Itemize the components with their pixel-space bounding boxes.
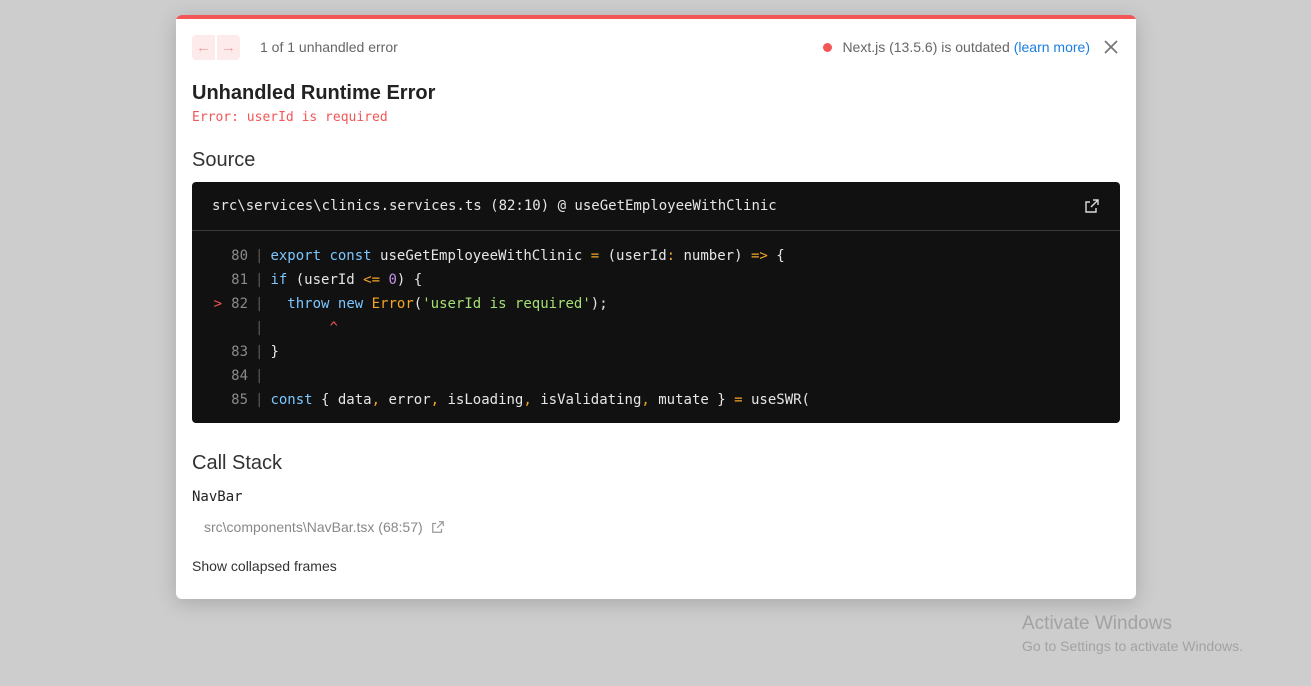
line-number: 82 — [231, 296, 248, 312]
code-line: 84 | — [192, 364, 1120, 388]
previous-error-button[interactable]: ← — [192, 34, 215, 60]
line-number: 83 — [231, 344, 248, 360]
error-dialog: ← → 1 of 1 unhandled error Next.js (13.5… — [176, 15, 1136, 599]
code-text: } — [270, 344, 279, 360]
status-dot-icon — [823, 42, 833, 52]
arrow-right-icon: → — [221, 38, 236, 56]
code-text: const { data, error, isLoading, isValida… — [270, 392, 810, 408]
close-icon — [1104, 40, 1118, 54]
windows-activation-watermark: Activate Windows Go to Settings to activ… — [1022, 613, 1243, 654]
code-frame: src\services\clinics.services.ts (82:10)… — [192, 182, 1120, 423]
code-line: 80 | export const useGetEmployeeWithClin… — [192, 244, 1120, 268]
code-text: throw new Error('userId is required'); — [287, 296, 608, 312]
error-message: Error: userId is required — [192, 110, 388, 125]
watermark-subtitle: Go to Settings to activate Windows. — [1022, 638, 1243, 654]
watermark-title: Activate Windows — [1022, 613, 1172, 634]
line-number: 81 — [231, 272, 248, 288]
line-number: 84 — [231, 368, 248, 384]
error-title: Unhandled Runtime Error — [192, 82, 436, 104]
line-number: 80 — [231, 248, 248, 264]
learn-more-link[interactable]: (learn more) — [1014, 39, 1090, 55]
version-text: Next.js (13.5.6) is outdated — [842, 39, 1010, 55]
code-line-caret: | ^ — [255, 320, 338, 336]
code-text: if (userId <= 0) { — [270, 272, 423, 288]
next-error-button[interactable]: → — [217, 34, 240, 60]
version-notice: Next.js (13.5.6) is outdated (learn more… — [823, 39, 1090, 55]
dialog-header: ← → 1 of 1 unhandled error Next.js (13.5… — [192, 34, 1120, 60]
code-text: ^ — [270, 320, 337, 336]
error-counter: 1 of 1 unhandled error — [260, 39, 398, 55]
code-text: export const useGetEmployeeWithClinic = … — [270, 248, 785, 264]
call-stack-heading: Call Stack — [192, 452, 283, 474]
close-button[interactable] — [1102, 38, 1120, 56]
show-collapsed-frames-button[interactable]: Show collapsed frames — [192, 558, 337, 574]
code-line: 85 | const { data, error, isLoading, isV… — [192, 388, 1120, 412]
code-line-highlighted: > 82 | throw new Error('userId is requir… — [192, 292, 1120, 316]
code-frame-header: src\services\clinics.services.ts (82:10)… — [192, 182, 1120, 231]
code-lines: 80 | export const useGetEmployeeWithClin… — [192, 231, 1120, 412]
code-line: 83 | } — [192, 340, 1120, 364]
error-accent-bar — [176, 15, 1136, 19]
open-in-editor-icon[interactable] — [1084, 198, 1100, 214]
code-line: 81 | if (userId <= 0) { — [192, 268, 1120, 292]
source-file-path: src\services\clinics.services.ts (82:10)… — [212, 198, 777, 214]
error-caret: ^ — [329, 320, 338, 336]
stack-frame-path: src\components\NavBar.tsx (68:57) — [204, 519, 423, 535]
open-in-editor-icon[interactable] — [431, 520, 445, 534]
stack-frame-name: NavBar — [192, 489, 243, 505]
error-nav: ← → — [192, 34, 240, 60]
line-number: 85 — [231, 392, 248, 408]
error-line-marker-icon: > — [213, 296, 222, 312]
source-heading: Source — [192, 149, 256, 171]
stack-frame-location[interactable]: src\components\NavBar.tsx (68:57) — [204, 519, 445, 535]
arrow-left-icon: ← — [196, 38, 211, 56]
